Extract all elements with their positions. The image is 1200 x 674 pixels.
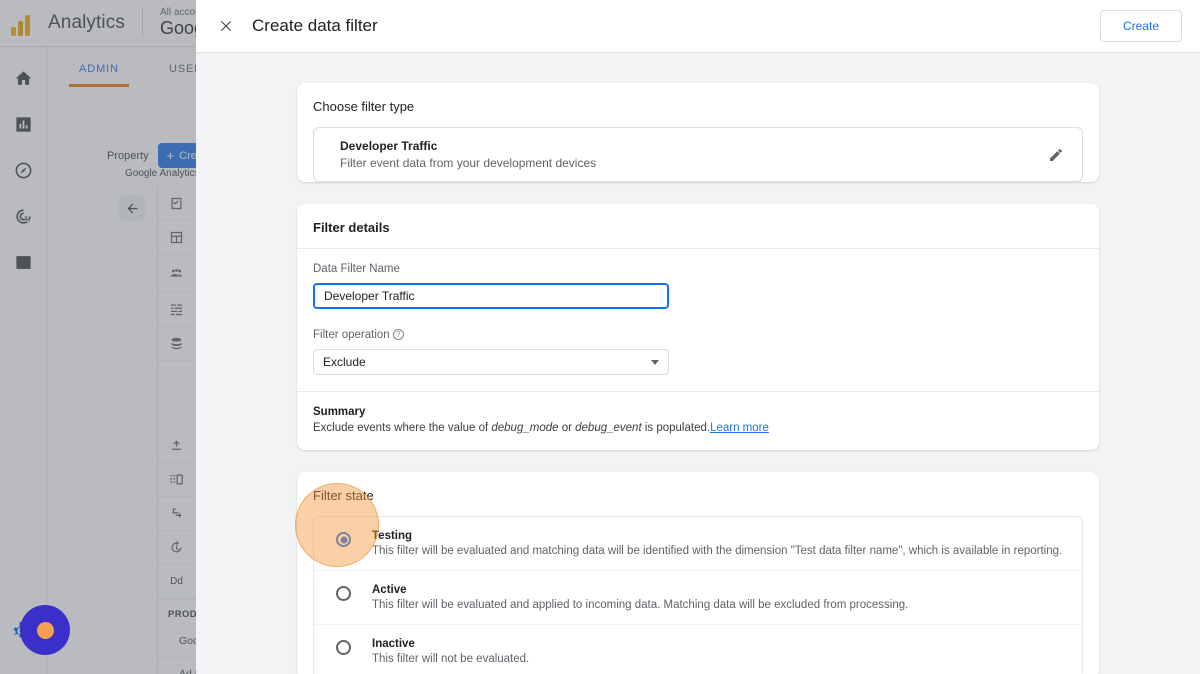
- summary-title: Summary: [313, 406, 1083, 418]
- database-stack-icon: [168, 335, 185, 352]
- cursor-dot: [37, 622, 54, 639]
- radio-inactive[interactable]: [336, 640, 351, 655]
- radio-active[interactable]: [336, 586, 351, 601]
- option-description: This filter will not be evaluated.: [372, 653, 529, 665]
- layout-panel-icon: [168, 229, 185, 246]
- divider: [142, 8, 143, 38]
- summary-field-2: debug_event: [575, 422, 642, 434]
- data-streams-icon: [168, 301, 185, 318]
- screen-root: Analytics All accounts > S Google A: [0, 0, 1200, 674]
- pencil-icon[interactable]: [1042, 141, 1070, 169]
- dd-text-icon: Dd: [168, 573, 185, 590]
- admin-tabs: ADMIN USER: [69, 53, 213, 87]
- option-label: Inactive: [372, 638, 529, 650]
- filter-state-option-active[interactable]: Active This filter will be evaluated and…: [314, 571, 1082, 625]
- filter-state-option-testing[interactable]: Testing This filter will be evaluated an…: [314, 517, 1082, 571]
- plus-icon: +: [167, 149, 175, 162]
- data-filter-name-input[interactable]: Developer Traffic: [313, 283, 669, 309]
- choose-filter-type-card: Choose filter type Developer Traffic Fil…: [297, 83, 1099, 182]
- attribution-icon: [168, 505, 185, 522]
- filter-type-name: Developer Traffic: [340, 139, 1042, 153]
- option-description: This filter will be evaluated and matchi…: [372, 545, 1062, 557]
- library-list-icon[interactable]: [6, 245, 40, 279]
- filter-operation-value: Exclude: [323, 355, 366, 369]
- property-label: Property: [107, 150, 149, 162]
- filter-state-options: Testing This filter will be evaluated an…: [313, 516, 1083, 674]
- left-icon-rail: [0, 47, 47, 674]
- filter-details-card: Filter details Data Filter Name Develope…: [297, 204, 1099, 450]
- filter-operation-label: Filter operation?: [313, 329, 1083, 341]
- cursor-highlight-icon: [20, 605, 70, 655]
- radio-testing[interactable]: [336, 532, 351, 547]
- tab-admin[interactable]: ADMIN: [69, 53, 129, 87]
- data-filter-name-label: Data Filter Name: [313, 263, 1083, 275]
- close-icon[interactable]: [212, 12, 240, 40]
- explore-compass-icon[interactable]: [6, 153, 40, 187]
- filter-type-description: Filter event data from your development …: [340, 156, 1042, 170]
- reporting-identity-icon: [168, 471, 185, 488]
- checklist-icon: [168, 195, 185, 212]
- create-button[interactable]: Create: [1100, 10, 1182, 42]
- filter-state-card: Filter state Testing This filter will be…: [297, 472, 1099, 674]
- filter-details-title: Filter details: [297, 204, 1099, 248]
- filter-operation-label-text: Filter operation: [313, 329, 390, 341]
- option-label: Active: [372, 584, 908, 596]
- learn-more-link[interactable]: Learn more: [710, 422, 769, 434]
- home-icon[interactable]: [6, 61, 40, 95]
- arrow-left-icon[interactable]: [119, 195, 145, 221]
- option-description: This filter will be evaluated and applie…: [372, 599, 908, 611]
- page-title: Create data filter: [252, 16, 378, 36]
- chevron-down-icon: [651, 360, 659, 365]
- help-circle-icon[interactable]: ?: [393, 329, 404, 340]
- modal-body: Choose filter type Developer Traffic Fil…: [196, 53, 1200, 674]
- summary-mid: or: [559, 422, 576, 434]
- filter-state-option-inactive[interactable]: Inactive This filter will not be evaluat…: [314, 625, 1082, 674]
- summary-field-1: debug_mode: [491, 422, 558, 434]
- summary-text: Exclude events where the value of debug_…: [313, 422, 1083, 434]
- summary-block: Summary Exclude events where the value o…: [297, 392, 1099, 450]
- people-group-icon: [168, 265, 185, 282]
- data-filter-name-block: Data Filter Name Developer Traffic: [297, 249, 1099, 315]
- filter-state-title: Filter state: [297, 472, 1099, 516]
- history-clock-icon: [168, 539, 185, 556]
- create-data-filter-modal: Create data filter Create Choose filter …: [196, 0, 1200, 674]
- google-analytics-logo-icon: [11, 10, 37, 36]
- choose-filter-type-title: Choose filter type: [297, 83, 1099, 127]
- summary-prefix: Exclude events where the value of: [313, 422, 491, 434]
- filter-operation-block: Filter operation? Exclude: [297, 315, 1099, 381]
- option-label: Testing: [372, 530, 1062, 542]
- reports-bar-chart-icon[interactable]: [6, 107, 40, 141]
- summary-suffix: is populated.: [642, 422, 710, 434]
- upload-icon: [168, 437, 185, 454]
- brand-name: Analytics: [48, 12, 125, 34]
- modal-header: Create data filter Create: [196, 0, 1200, 53]
- advertising-target-icon[interactable]: [6, 199, 40, 233]
- filter-type-row[interactable]: Developer Traffic Filter event data from…: [313, 127, 1083, 182]
- filter-operation-select[interactable]: Exclude: [313, 349, 669, 375]
